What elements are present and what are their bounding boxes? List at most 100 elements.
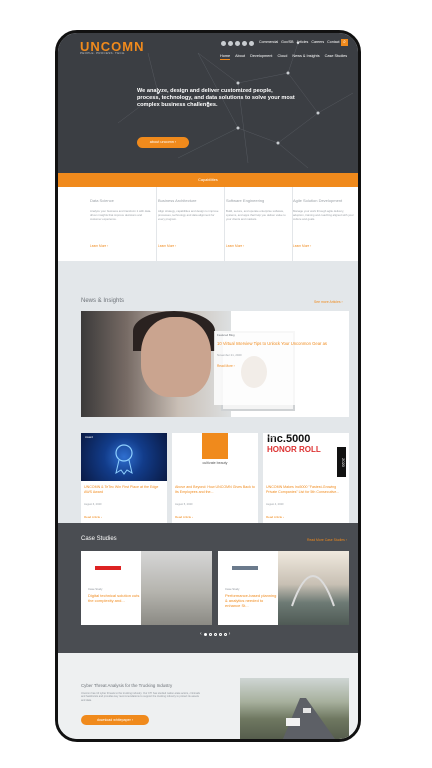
- main-nav: Home About Development Cloud News & Insi…: [220, 54, 347, 60]
- case-tag: Case Study: [88, 587, 103, 591]
- capabilities-bar[interactable]: Capabilities: [58, 173, 358, 187]
- util-link-govsb[interactable]: Gov/SB: [281, 40, 293, 44]
- card-read-article[interactable]: Read Article ›: [84, 515, 102, 519]
- nav-about[interactable]: About: [235, 54, 245, 60]
- carousel-pagination: ‹ ›: [200, 631, 230, 637]
- inc5000-image: Inc.5000 HONOR ROLL 2020: [263, 433, 349, 481]
- news-card[interactable]: cultivate beauty Events Above and Beyond…: [172, 433, 258, 530]
- capability-data-science: Data Science Analyze your business and t…: [90, 187, 157, 261]
- see-more-articles-link[interactable]: See more Articles ›: [314, 300, 343, 304]
- logo-tagline: PEOPLE. PROCESS. TECH.: [80, 51, 126, 55]
- download-whitepaper-button[interactable]: download whitepaper ›: [81, 715, 149, 725]
- card-tag: Award: [85, 435, 93, 439]
- year-badge: 2020: [337, 447, 346, 477]
- card-title[interactable]: UNCOMN & TeTec Win First Place at the Ed…: [84, 485, 164, 494]
- featured-title[interactable]: 10 Virtual Interview Tips to Unlock Your…: [217, 341, 347, 346]
- nav-case-studies[interactable]: Case Studies: [325, 54, 348, 60]
- learn-more-link[interactable]: Learn More ›: [293, 244, 311, 248]
- nav-news-insights[interactable]: News & Insights: [292, 54, 319, 60]
- card-date: August 4, 2020: [266, 503, 284, 506]
- util-link-articles[interactable]: Articles: [297, 40, 309, 44]
- highway-trucks-photo: [240, 678, 349, 739]
- client-logo: [232, 566, 258, 570]
- util-link-commercial[interactable]: Commercial: [259, 40, 278, 44]
- capabilities-section: Data Science Analyze your business and t…: [58, 187, 358, 261]
- carousel-dot[interactable]: [208, 632, 212, 636]
- capability-business-architecture: Business Architecture Align strategy, ca…: [158, 187, 225, 261]
- ribbon-icon: [115, 444, 133, 475]
- road-graphic: [282, 698, 336, 739]
- card-read-article[interactable]: Read Article ›: [266, 515, 284, 519]
- news-section: News & Insights See more Articles › Feat…: [58, 261, 358, 554]
- carousel-dot[interactable]: [218, 632, 222, 636]
- news-card[interactable]: Award UNCOMN & TeTec Win First Place at …: [81, 433, 167, 530]
- case-title[interactable]: Performance-based planning & analytics n…: [225, 593, 277, 608]
- twitter-icon[interactable]: [228, 41, 233, 46]
- client-logo: [95, 566, 121, 570]
- card-title[interactable]: Above and Beyond: How UNCOMN Gives Back …: [175, 485, 255, 494]
- learn-more-link[interactable]: Learn More ›: [226, 244, 244, 248]
- cultivate-beauty-logo-text: cultivate beauty: [202, 461, 228, 465]
- case-title[interactable]: Digital technical solution cuts the comp…: [88, 593, 140, 603]
- hero-headline: We analyze, design and deliver customize…: [137, 88, 295, 108]
- capability-body: Build, secure, and operate enterprise so…: [226, 209, 286, 221]
- whitepaper-title: Cyber Threat Analysis for the Trucking I…: [81, 683, 173, 688]
- featured-tag: Featured Blog: [217, 333, 235, 337]
- featured-read-more[interactable]: Read More ›: [217, 364, 235, 368]
- capability-title: Business Architecture: [158, 198, 197, 203]
- learn-more-link[interactable]: Learn More ›: [158, 244, 176, 248]
- featured-article[interactable]: Featured Blog 10 Virtual Interview Tips …: [81, 311, 349, 417]
- carousel-dot[interactable]: [203, 632, 207, 636]
- linkedin-icon[interactable]: [235, 41, 240, 46]
- card-date: August 6, 2020: [84, 503, 102, 506]
- card-date: August 5, 2020: [175, 503, 193, 506]
- utility-nav: Commercial Gov/SB Articles Careers Conta…: [259, 40, 340, 44]
- cultivate-beauty-image: cultivate beauty: [172, 433, 258, 481]
- card-tag: Award: [267, 435, 275, 439]
- featured-date: November 21, 2020: [217, 353, 242, 357]
- card-read-article[interactable]: Read Article ›: [175, 515, 193, 519]
- st-louis-arch-photo: [278, 551, 349, 625]
- capability-body: Manage your work through agile delivery,…: [293, 209, 354, 221]
- youtube-icon[interactable]: [242, 41, 247, 46]
- capability-title: Software Engineering: [226, 198, 265, 203]
- about-uncomn-button[interactable]: about uncomn ›: [137, 137, 189, 148]
- card-title[interactable]: UNCOMN Makes Inc5000 "Fastest-Growing Pr…: [266, 485, 346, 494]
- carousel-prev-icon[interactable]: ‹: [200, 631, 202, 637]
- award-ribbon-image: [81, 433, 167, 481]
- phone-frame: UNCOMN PEOPLE. PROCESS. TECH. Commercial…: [55, 30, 361, 742]
- carousel-dot[interactable]: [223, 632, 227, 636]
- util-link-careers[interactable]: Careers: [311, 40, 324, 44]
- news-title: News & Insights: [81, 298, 125, 304]
- whitepaper-body: Uncomn has 10 cyber threats to the truck…: [81, 692, 200, 702]
- case-study-card[interactable]: Case Study Digital technical solution cu…: [81, 551, 212, 625]
- carousel-dot[interactable]: [213, 632, 217, 636]
- search-icon[interactable]: ⌕: [341, 39, 348, 46]
- carousel-next-icon[interactable]: ›: [229, 631, 231, 637]
- card-tag: Events: [176, 435, 185, 439]
- case-studies-title: Case Studies: [81, 536, 117, 542]
- social-links: [221, 41, 254, 46]
- learn-more-link[interactable]: Learn More ›: [90, 244, 108, 248]
- capability-body: Analyze your business and transform it w…: [90, 209, 152, 221]
- news-card[interactable]: Inc.5000 HONOR ROLL 2020 Award UNCOMN Ma…: [263, 433, 349, 530]
- nav-development[interactable]: Development: [250, 54, 272, 60]
- case-studies-section: Case Studies Read More Case Studies › Ca…: [58, 523, 358, 653]
- read-more-case-studies-link[interactable]: Read More Case Studies ›: [307, 538, 347, 542]
- carpet-cleaning-photo: [141, 551, 212, 625]
- honor-roll-text: HONOR ROLL: [267, 445, 321, 454]
- nav-cloud[interactable]: Cloud: [277, 54, 287, 60]
- util-link-contact[interactable]: Contact: [327, 40, 339, 44]
- capability-body: Align strategy, capabilities and design …: [158, 209, 219, 221]
- facebook-icon[interactable]: [221, 41, 226, 46]
- photo-face-shape: [141, 317, 211, 397]
- capability-agile-development: Agile Solution Development Manage your w…: [293, 187, 358, 261]
- instagram-icon[interactable]: [249, 41, 254, 46]
- case-study-card[interactable]: Case Study Performance-based planning & …: [218, 551, 349, 625]
- capability-software-engineering: Software Engineering Build, secure, and …: [226, 187, 293, 261]
- nav-home[interactable]: Home: [220, 54, 231, 60]
- case-tag: Case Study: [225, 587, 240, 591]
- capability-title: Data Science: [90, 198, 114, 203]
- whitepaper-section: Cyber Threat Analysis for the Trucking I…: [58, 653, 358, 739]
- screen: UNCOMN PEOPLE. PROCESS. TECH. Commercial…: [58, 33, 358, 739]
